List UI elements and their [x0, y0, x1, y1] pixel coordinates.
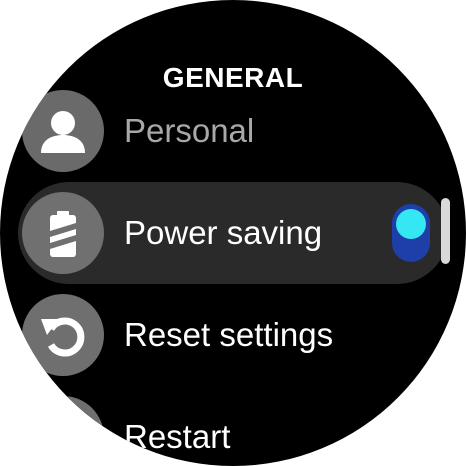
watch-screen: GENERAL Personal Power saving Reset sett… — [0, 0, 466, 466]
battery-saver-icon — [22, 192, 104, 274]
menu-item-reset-settings[interactable]: Reset settings — [18, 284, 448, 386]
menu-item-personal[interactable]: Personal — [18, 80, 448, 182]
reset-icon — [22, 294, 104, 376]
menu-item-label: Restart — [124, 418, 231, 455]
person-icon — [22, 90, 104, 172]
menu-item-label: Personal — [124, 112, 255, 149]
menu-item-label: Power saving — [124, 214, 323, 251]
toggle-knob — [396, 209, 426, 239]
scroll-indicator[interactable] — [441, 198, 450, 264]
restart-icon — [22, 396, 104, 466]
menu-item-label: Reset settings — [124, 316, 334, 353]
power-saving-toggle[interactable] — [392, 204, 430, 262]
menu-item-power-saving[interactable]: Power saving — [18, 182, 448, 284]
menu-item-restart[interactable]: Restart — [18, 386, 448, 466]
